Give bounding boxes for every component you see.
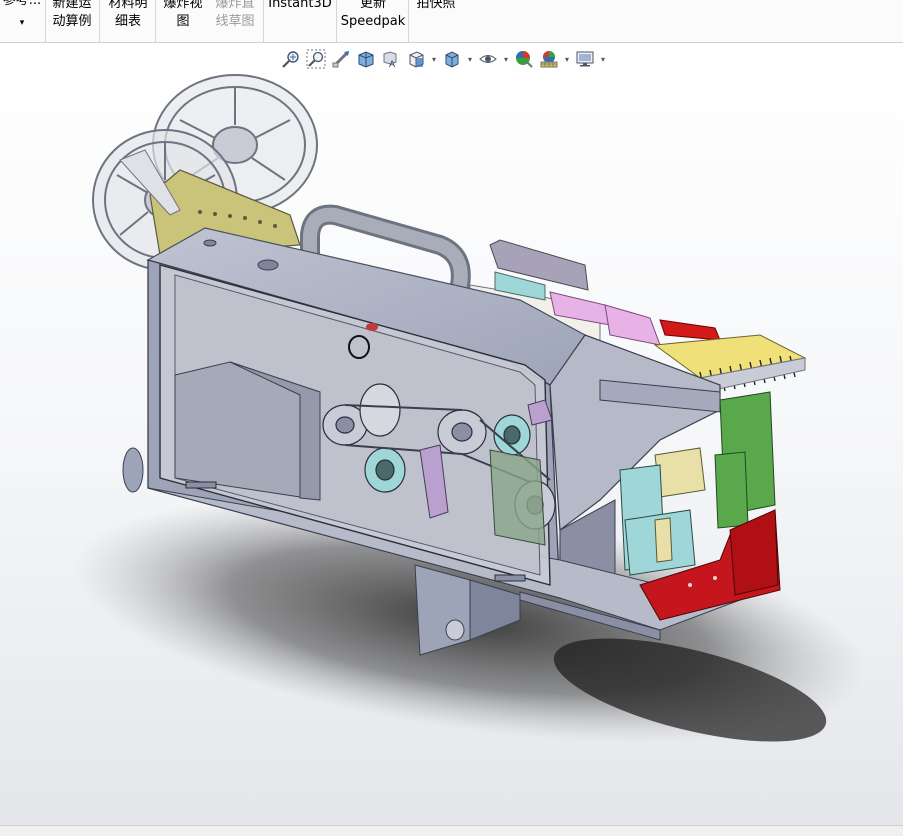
ribbon-divider [263, 0, 264, 42]
reference-label: 参考... [2, 0, 42, 8]
exploded-view-label-line1: 爆炸视 [163, 0, 203, 11]
chevron-down-icon[interactable]: ▾ [599, 48, 607, 70]
previous-view-icon[interactable] [330, 48, 352, 70]
ribbon-divider [45, 0, 46, 42]
exploded-view-label-line2: 图 [176, 14, 190, 29]
zoom-to-fit-icon[interactable] [280, 48, 302, 70]
ribbon-divider [99, 0, 100, 42]
take-snapshot-button[interactable]: 拍快照 [411, 0, 461, 42]
speedpak-label-line1: 更新 [359, 0, 386, 11]
ribbon-divider [155, 0, 156, 42]
command-manager-ribbon: 参考... ▾ 新建运 动算例 材料明 细表 爆炸视 图 爆炸直 线草图 Ins… [0, 0, 903, 43]
status-bar [0, 825, 903, 836]
ribbon-divider [336, 0, 337, 42]
view-settings-icon[interactable] [574, 48, 596, 70]
motion-study-label-line2: 动算例 [52, 14, 92, 29]
new-motion-study-button[interactable]: 新建运 动算例 [48, 0, 96, 42]
chevron-down-icon[interactable]: ▾ [430, 48, 438, 70]
ribbon-divider [408, 0, 409, 42]
display-style-icon[interactable] [441, 48, 463, 70]
hide-show-items-icon[interactable] [477, 48, 499, 70]
graphics-viewport[interactable] [0, 43, 903, 825]
bom-label-line1: 材料明 [108, 0, 148, 11]
speedpak-label-line2: Speedpak [340, 14, 406, 29]
explode-line-sketch-button[interactable]: 爆炸直 线草图 [210, 0, 260, 42]
instant3d-button[interactable]: Instant3D [266, 0, 334, 42]
chevron-down-icon[interactable]: ▾ [563, 48, 571, 70]
explode-sketch-label-line2: 线草图 [215, 14, 255, 29]
reference-geometry-button[interactable]: 参考... ▾ [0, 0, 44, 42]
svg-text:A: A [389, 60, 396, 69]
view-orientation-icon[interactable] [405, 48, 427, 70]
apply-scene-icon[interactable] [538, 48, 560, 70]
update-speedpak-button[interactable]: 更新 Speedpak [340, 0, 406, 42]
snapshot-label: 拍快照 [416, 0, 456, 11]
heads-up-view-toolbar: A ▾ ▾ ▾ ▾ ▾ [280, 47, 607, 71]
bom-label-line2: 细表 [114, 14, 141, 29]
explode-sketch-label-line1: 爆炸直 [215, 0, 255, 11]
motion-study-label-line1: 新建运 [52, 0, 92, 11]
chevron-down-icon[interactable]: ▾ [466, 48, 474, 70]
chevron-down-icon: ▾ [19, 18, 25, 28]
zoom-to-area-icon[interactable] [305, 48, 327, 70]
bill-of-materials-button[interactable]: 材料明 细表 [104, 0, 152, 42]
instant3d-label: Instant3D [268, 0, 332, 11]
exploded-view-button[interactable]: 爆炸视 图 [158, 0, 208, 42]
edit-appearance-icon[interactable] [513, 48, 535, 70]
chevron-down-icon[interactable]: ▾ [502, 48, 510, 70]
section-view-icon[interactable] [355, 48, 377, 70]
dynamic-annotation-icon[interactable]: A [380, 48, 402, 70]
